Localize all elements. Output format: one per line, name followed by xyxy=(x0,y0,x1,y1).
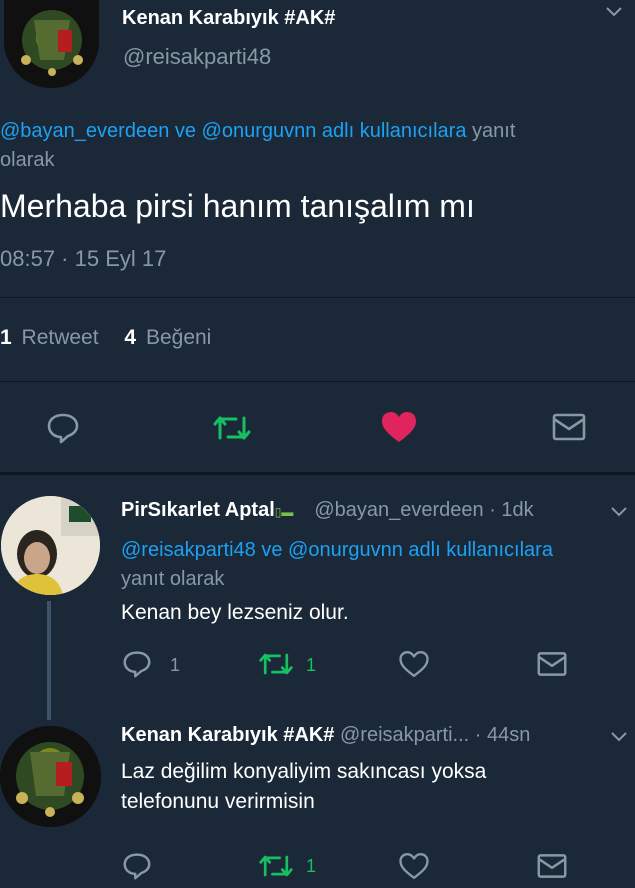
reply-context: @reisakparti48 ve @onurguvnn adlı kullan… xyxy=(121,536,631,594)
reply-icon[interactable] xyxy=(46,412,80,444)
heart-icon[interactable] xyxy=(380,410,418,444)
tweet-text-line: Laz değilim konyaliyim sakıncası yoksa xyxy=(121,760,487,783)
retweet-label[interactable]: Retweet xyxy=(22,326,99,349)
reply-to-suffix2: olarak xyxy=(0,149,55,171)
display-name[interactable]: Kenan Karabıyık #AK# xyxy=(121,724,334,746)
handle[interactable]: @reisakparti48 xyxy=(123,44,271,70)
retweet-icon[interactable] xyxy=(212,414,252,442)
thread-line xyxy=(47,601,51,720)
heart-icon[interactable] xyxy=(398,649,430,679)
envelope-icon[interactable] xyxy=(552,413,586,441)
retweet-count[interactable]: 1 xyxy=(306,655,316,676)
reply-to-suffix: yanıt xyxy=(472,120,516,142)
tweet-text-line: telefonunu verirmisin xyxy=(121,790,315,813)
divider xyxy=(0,297,635,298)
divider xyxy=(0,381,635,382)
envelope-icon[interactable] xyxy=(537,853,567,879)
reply-icon[interactable] xyxy=(122,650,152,678)
reply-to-suffix: yanıt olarak xyxy=(121,568,225,590)
reply-to-users-link[interactable]: @reisakparti48 ve @onurguvnn adlı kullan… xyxy=(121,539,553,561)
display-name[interactable]: Kenan Karabıyık #AK# xyxy=(122,7,335,30)
handle[interactable]: @bayan_everdeen xyxy=(314,499,483,521)
reply-header: PirSıkarlet Aptal▯▬ @bayan_everdeen · 1d… xyxy=(121,499,534,522)
avatar[interactable] xyxy=(1,496,100,595)
reply-header: Kenan Karabıyık #AK# @reisakparti... · 4… xyxy=(121,724,530,747)
reply-context: @bayan_everdeen ve @onurguvnn adlı kulla… xyxy=(0,117,630,175)
retweet-count[interactable]: 1 xyxy=(0,326,12,349)
tweet-time[interactable]: · 1dk xyxy=(489,499,533,521)
reply-to-users-link[interactable]: @bayan_everdeen ve @onurguvnn adlı kulla… xyxy=(0,120,466,142)
divider xyxy=(0,472,635,475)
handle[interactable]: @reisakparti... xyxy=(340,724,469,746)
chevron-down-icon[interactable] xyxy=(610,731,628,743)
tweet-timestamp[interactable]: 08:57 · 15 Eyl 17 xyxy=(0,246,166,272)
like-label[interactable]: Beğeni xyxy=(146,326,211,349)
tweet-text: Kenan bey lezseniz olur. xyxy=(121,601,349,624)
like-count[interactable]: 4 xyxy=(124,326,136,349)
name-emoji: ▯▬ xyxy=(274,505,294,519)
avatar[interactable] xyxy=(4,0,99,88)
tweet-time[interactable]: · 44sn xyxy=(475,724,531,746)
envelope-icon[interactable] xyxy=(537,651,567,677)
tweet-text: Laz değilim konyaliyim sakıncası yoksa t… xyxy=(121,757,486,817)
chevron-down-icon[interactable] xyxy=(610,506,628,518)
chevron-down-icon[interactable] xyxy=(605,6,623,18)
retweet-icon[interactable] xyxy=(258,651,294,677)
reply-count[interactable]: 1 xyxy=(170,655,180,676)
display-name[interactable]: PirSıkarlet Aptal xyxy=(121,499,275,521)
reply-icon[interactable] xyxy=(122,852,152,880)
heart-icon[interactable] xyxy=(398,851,430,881)
avatar[interactable] xyxy=(0,726,101,827)
tweet-text: Merhaba pirsi hanım tanışalım mı xyxy=(0,188,475,224)
retweet-icon[interactable] xyxy=(258,853,294,879)
tweet-stats: 1 Retweet 4 Beğeni xyxy=(0,326,211,350)
retweet-count[interactable]: 1 xyxy=(306,856,316,877)
